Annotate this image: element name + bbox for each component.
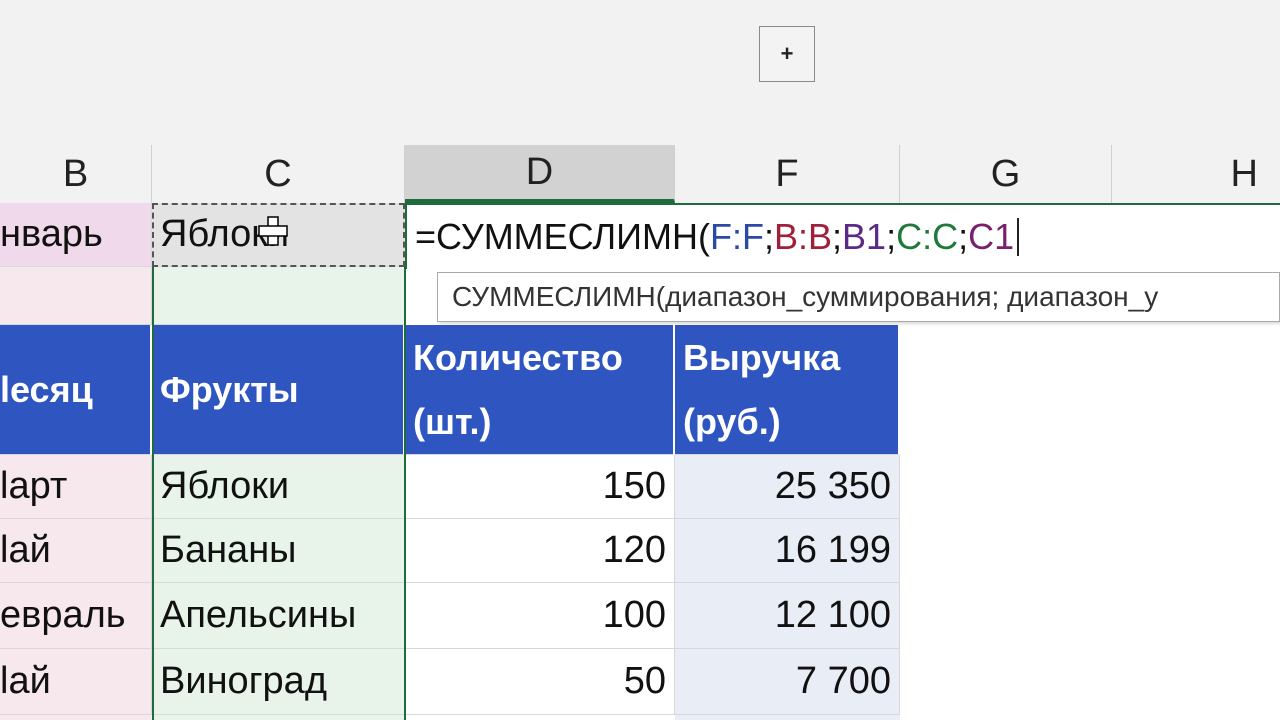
table-row-2-fruit[interactable]: Бананы	[152, 519, 405, 583]
text-caret	[1017, 218, 1020, 256]
formula-arg-criteria-1: B1	[842, 216, 887, 257]
formula-separator: ;	[832, 216, 843, 257]
cell-b2[interactable]	[0, 267, 152, 325]
function-tooltip[interactable]: СУММЕСЛИМН(диапазон_суммирования; диапаз…	[437, 272, 1280, 322]
table-row-1-fruit[interactable]: Яблоки	[152, 455, 405, 519]
header-fruit[interactable]: Фрукты	[152, 325, 405, 455]
formula-arg-criteria-range-2: C:C	[896, 216, 959, 257]
cell-c1[interactable]: Яблоки	[152, 203, 405, 267]
column-header-h[interactable]: H	[1112, 145, 1280, 203]
table-row-1-qty[interactable]: 150	[405, 455, 675, 519]
table-row-3-fruit[interactable]: Апельсины	[152, 583, 405, 649]
plus-icon: +	[780, 41, 794, 66]
header-month[interactable]: lесяц	[0, 325, 152, 455]
add-button[interactable]: +	[759, 26, 815, 82]
formula-separator: ;	[958, 216, 969, 257]
table-row-4-qty[interactable]: 50	[405, 649, 675, 715]
column-header-c[interactable]: C	[152, 145, 405, 203]
formula-arg-criteria-range-1: B:B	[773, 216, 832, 257]
formula-edit-cell[interactable]: =СУММЕСЛИМН( F:F ; B:B ; B1 ; C:C ; C1	[405, 203, 1280, 269]
ribbon-area: +	[0, 0, 1280, 145]
formula-arg-sum-range: F:F	[709, 216, 764, 257]
column-c-highlight-border	[404, 267, 406, 720]
cell-c2[interactable]	[152, 267, 405, 325]
cell-b1[interactable]: нварь	[0, 203, 152, 267]
column-header-b[interactable]: B	[0, 145, 152, 203]
table-row-2-qty[interactable]: 120	[405, 519, 675, 583]
table-row-3-month[interactable]: евраль	[0, 583, 152, 649]
column-header-f[interactable]: F	[675, 145, 900, 203]
table-row-3-revenue[interactable]: 12 100	[675, 583, 900, 649]
column-c-highlight-border	[152, 267, 154, 720]
cell-fragment	[675, 715, 900, 720]
table-row-2-month[interactable]: lай	[0, 519, 152, 583]
table-row-1-revenue[interactable]: 25 350	[675, 455, 900, 519]
cell-fragment	[0, 715, 152, 720]
header-revenue[interactable]: Выручка (руб.)	[675, 325, 900, 455]
column-header-g[interactable]: G	[900, 145, 1112, 203]
column-header-d[interactable]: D	[405, 145, 675, 203]
table-row-4-revenue[interactable]: 7 700	[675, 649, 900, 715]
table-row-1-month[interactable]: lарт	[0, 455, 152, 519]
formula-prefix: =СУММЕСЛИМН(	[415, 216, 710, 257]
cell-fragment	[152, 715, 405, 720]
header-quantity[interactable]: Количество (шт.)	[405, 325, 675, 455]
table-row-4-fruit[interactable]: Виноград	[152, 649, 405, 715]
formula-separator: ;	[763, 216, 774, 257]
formula-arg-criteria-2: C1	[968, 216, 1015, 257]
table-row-3-qty[interactable]: 100	[405, 583, 675, 649]
table-row-2-revenue[interactable]: 16 199	[675, 519, 900, 583]
table-row-4-month[interactable]: lай	[0, 649, 152, 715]
formula-separator: ;	[886, 216, 897, 257]
